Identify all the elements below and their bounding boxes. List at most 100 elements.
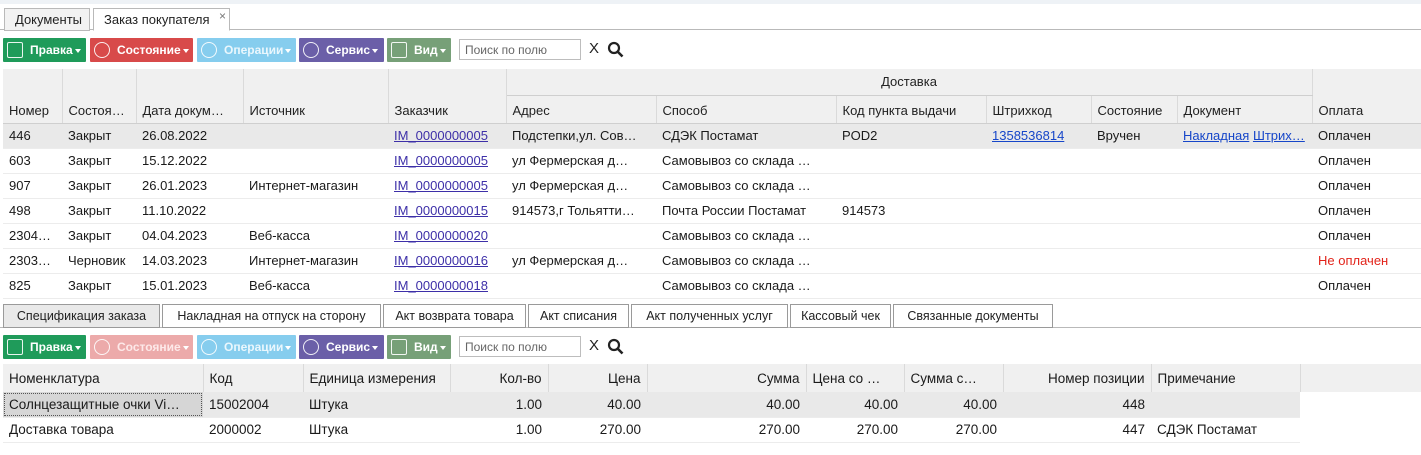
cell-address: [506, 223, 656, 249]
cell-num: 825: [3, 273, 62, 299]
detail-operations-menu-button[interactable]: Операции: [197, 335, 296, 359]
cell-payment: Оплачен: [1312, 223, 1421, 249]
field-search-input[interactable]: [459, 39, 581, 60]
spec-col-code[interactable]: Код: [203, 364, 304, 392]
table-row[interactable]: Доставка товара 2000002 Штука 1.00 270.00 270…: [3, 417, 1300, 443]
detail-service-menu-button[interactable]: Сервис: [299, 335, 384, 359]
cell-state: Закрыт: [62, 148, 136, 174]
detail-edit-menu-button[interactable]: Правка: [3, 335, 86, 359]
tab-writeoff-act[interactable]: Акт списания: [528, 304, 629, 328]
tab-receipt[interactable]: Кассовый чек: [790, 304, 891, 328]
barcode-doc-link[interactable]: Штрих…: [1253, 128, 1305, 143]
spec-col-name[interactable]: Номенклатура: [3, 364, 204, 392]
spec-cell-name: Солнцезащитные очки Vi…: [3, 392, 203, 418]
state-menu-button[interactable]: Состояние: [90, 38, 193, 62]
tab-customer-order[interactable]: Заказ покупателя ×: [93, 8, 230, 31]
tab-return-act[interactable]: Акт возврата товара: [383, 304, 526, 328]
search-icon[interactable]: [607, 338, 624, 355]
edit-menu-button[interactable]: Правка: [3, 38, 86, 62]
cell-date: 15.12.2022: [136, 148, 243, 174]
col-header-customer[interactable]: Заказчик: [388, 69, 507, 124]
cell-customer: IM_0000000020: [388, 223, 506, 249]
spec-cell-code: 2000002: [203, 417, 303, 443]
spec-cell-note: СДЭК Постамат: [1151, 417, 1300, 443]
spec-cell-pos: 448: [1003, 392, 1151, 418]
service-label: Сервис: [326, 43, 371, 57]
col-header-date[interactable]: Дата докум…: [136, 69, 244, 124]
service-menu-button[interactable]: Сервис: [299, 38, 384, 62]
cell-date: 26.01.2023: [136, 173, 243, 199]
table-row[interactable]: 603 Закрыт 15.12.2022 IM_0000000005 ул Ферме…: [3, 148, 1421, 174]
table-row[interactable]: 2304… Закрыт 04.04.2023 Веб-касса IM_0000000…: [3, 223, 1421, 249]
detail-clear-search-button[interactable]: X: [589, 337, 599, 354]
table-row[interactable]: 2303… Черновик 14.03.2023 Интернет-магазин I…: [3, 248, 1421, 274]
spec-col-sum-discount[interactable]: Сумма с…: [904, 364, 1004, 392]
spec-col-unit[interactable]: Единица измерения: [303, 364, 451, 392]
view-menu-button[interactable]: Вид: [387, 38, 451, 62]
spec-cell-sum2: 40.00: [904, 392, 1003, 418]
table-row[interactable]: 825 Закрыт 15.01.2023 Веб-касса IM_000000001…: [3, 273, 1421, 299]
col-header-state[interactable]: Состоя…: [62, 69, 137, 124]
customer-link[interactable]: IM_0000000020: [394, 228, 488, 243]
cell-date: 14.03.2023: [136, 248, 243, 274]
check-circle-icon: [94, 42, 110, 58]
col-header-barcode[interactable]: Штрихкод: [986, 95, 1092, 124]
table-row[interactable]: 498 Закрыт 11.10.2022 IM_0000000015 914573,г…: [3, 198, 1421, 224]
table-row[interactable]: 907 Закрыт 26.01.2023 Интернет-магазин IM_00…: [3, 173, 1421, 199]
cell-address: [506, 273, 656, 299]
col-header-source[interactable]: Источник: [243, 69, 389, 124]
col-header-pickup-code[interactable]: Код пункта выдачи: [836, 95, 987, 124]
customer-link[interactable]: IM_0000000015: [394, 203, 488, 218]
tab-customer-order-label: Заказ покупателя: [104, 12, 210, 27]
table-row[interactable]: 446 Закрыт 26.08.2022 IM_0000000005 Подстепк…: [3, 123, 1421, 149]
col-header-document[interactable]: Документ: [1177, 95, 1313, 124]
col-header-address[interactable]: Адрес: [506, 95, 657, 124]
tab-waybill[interactable]: Накладная на отпуск на сторону: [162, 304, 381, 328]
refresh-icon: [201, 339, 217, 355]
col-header-payment[interactable]: Оплата: [1312, 69, 1421, 124]
customer-link[interactable]: IM_0000000005: [394, 153, 488, 168]
cell-barcode: [986, 223, 1091, 249]
detail-state-menu-button[interactable]: Состояние: [90, 335, 193, 359]
spec-col-position[interactable]: Номер позиции: [1003, 364, 1152, 392]
list-view-icon: [391, 339, 407, 355]
cell-state: Закрыт: [62, 123, 136, 149]
col-header-method[interactable]: Способ: [656, 95, 837, 124]
view-label: Вид: [414, 43, 438, 57]
spec-col-note[interactable]: Примечание: [1151, 364, 1301, 392]
cell-payment: Оплачен: [1312, 273, 1421, 299]
cell-barcode: [986, 248, 1091, 274]
spec-col-sum[interactable]: Сумма: [647, 364, 807, 392]
chevron-down-icon: [372, 48, 379, 53]
detail-toolbar: Правка Состояние Операции Сервис Вид X: [0, 334, 1421, 360]
detail-field-search-input[interactable]: [459, 336, 581, 357]
search-icon[interactable]: [607, 41, 624, 58]
spec-col-price[interactable]: Цена: [548, 364, 648, 392]
customer-link[interactable]: IM_0000000018: [394, 278, 488, 293]
col-header-delivery-state[interactable]: Состояние: [1091, 95, 1178, 124]
cell-source: [243, 198, 388, 224]
tab-documents[interactable]: Документы: [4, 8, 90, 31]
spec-col-qty[interactable]: Кол-во: [450, 364, 549, 392]
spec-table: Номенклатура Код Единица измерения Кол-в…: [3, 364, 1301, 443]
customer-link[interactable]: IM_0000000005: [394, 178, 488, 193]
tab-services-act[interactable]: Акт полученных услуг: [631, 304, 788, 328]
col-header-number[interactable]: Номер: [3, 69, 63, 124]
cell-dstate: [1091, 273, 1177, 299]
cell-address: ул Фермерская д…: [506, 148, 656, 174]
customer-link[interactable]: IM_0000000005: [394, 128, 488, 143]
customer-link[interactable]: IM_0000000016: [394, 253, 488, 268]
cell-payment: Оплачен: [1312, 173, 1421, 199]
barcode-link[interactable]: 1358536814: [992, 128, 1064, 143]
tab-order-spec[interactable]: Спецификация заказа: [3, 304, 160, 328]
close-icon[interactable]: ×: [219, 6, 226, 27]
clear-search-button[interactable]: X: [589, 40, 599, 57]
spec-cell-price2: 40.00: [806, 392, 904, 418]
cell-source: [243, 148, 388, 174]
operations-menu-button[interactable]: Операции: [197, 38, 296, 62]
tab-related-docs[interactable]: Связанные документы: [893, 304, 1053, 328]
spec-col-price-discount[interactable]: Цена со …: [806, 364, 905, 392]
table-row[interactable]: Солнцезащитные очки Vi… 15002004 Штука 1.00…: [3, 392, 1300, 418]
waybill-link[interactable]: Накладная: [1183, 128, 1249, 143]
detail-view-menu-button[interactable]: Вид: [387, 335, 451, 359]
